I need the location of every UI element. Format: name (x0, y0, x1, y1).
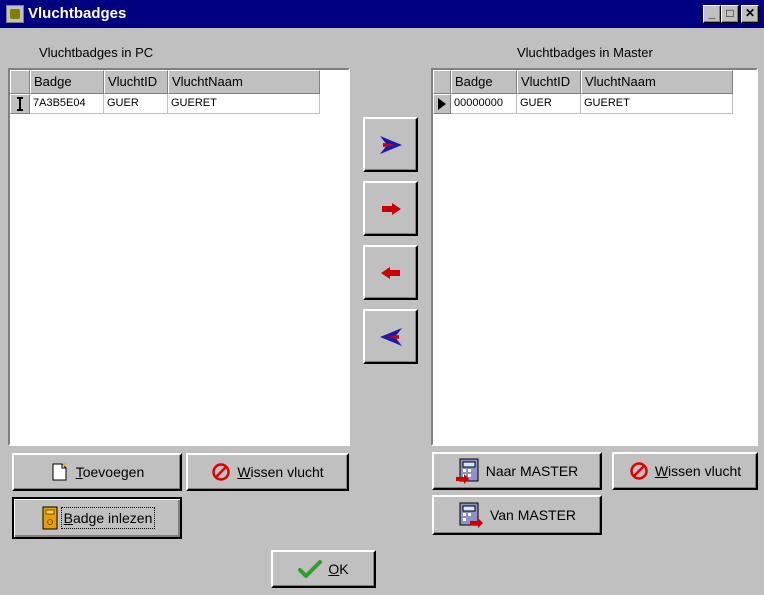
transfer-all-right-button[interactable] (363, 117, 418, 172)
app-icon[interactable] (6, 5, 24, 23)
dialog-window: Vluchtbadges _ □ ✕ Vluchtbadges in PC Ba… (0, 0, 764, 595)
ok-button[interactable]: OK (271, 550, 376, 588)
minimize-icon: _ (708, 6, 716, 20)
cell-badge[interactable]: 7A3B5E04 (30, 94, 104, 114)
cell-vluchtid[interactable]: GUER (104, 94, 168, 114)
column-header-badge[interactable]: Badge (30, 70, 104, 94)
no-entry-icon (212, 463, 231, 481)
cell-badge[interactable]: 00000000 (451, 94, 517, 114)
new-document-icon (52, 462, 67, 481)
naar-master-button[interactable]: Naar MASTER (432, 452, 602, 490)
column-header-badge[interactable]: Badge (451, 70, 517, 94)
ok-label: OK (328, 561, 349, 577)
naar-master-label: Naar MASTER (485, 463, 579, 479)
header-indicator-cell (10, 70, 30, 94)
master-badges-grid[interactable]: Badge VluchtID VluchtNaam 00000000 GUER … (431, 68, 758, 446)
maximize-button[interactable]: □ (721, 5, 739, 23)
table-row[interactable]: 7A3B5E04 GUER GUERET (10, 94, 320, 114)
transfer-all-left-button[interactable] (363, 309, 418, 364)
right-panel-label: Vluchtbadges in Master (517, 45, 653, 60)
calculator-to-master-icon (455, 458, 479, 484)
toevoegen-label: Toevoegen (75, 464, 145, 480)
wissen-vlucht-master-button[interactable]: Wissen vlucht (612, 452, 758, 490)
pc-grid-header: Badge VluchtID VluchtNaam (10, 70, 320, 94)
close-icon: ✕ (744, 6, 756, 20)
wissen-vlucht-pc-button[interactable]: Wissen vlucht (186, 453, 349, 491)
cell-vluchtnaam[interactable]: GUERET (581, 94, 733, 114)
badge-inlezen-button[interactable]: Badge inlezen (12, 497, 182, 539)
checkmark-icon (298, 560, 323, 578)
transfer-right-button[interactable] (363, 181, 418, 236)
wissen-vlucht-pc-label: Wissen vlucht (237, 464, 324, 480)
blue-arrow-left-icon (379, 327, 402, 346)
table-row[interactable]: 00000000 GUER GUERET (433, 94, 733, 114)
left-panel-label: Vluchtbadges in PC (39, 45, 154, 60)
minimize-button[interactable]: _ (703, 5, 721, 23)
cell-vluchtid[interactable]: GUER (517, 94, 581, 114)
calculator-from-master-icon (459, 502, 483, 528)
wissen-vlucht-master-label: Wissen vlucht (654, 463, 742, 479)
edit-cursor-icon (10, 94, 30, 114)
badge-inlezen-label: Badge inlezen (60, 507, 156, 529)
header-indicator-cell (433, 70, 451, 94)
van-master-label: Van MASTER (489, 507, 577, 523)
column-header-vluchtid[interactable]: VluchtID (104, 70, 168, 94)
red-arrow-left-icon (380, 266, 400, 279)
blue-arrow-right-icon (379, 135, 402, 154)
window-title: Vluchtbadges (28, 5, 127, 22)
close-button[interactable]: ✕ (741, 5, 759, 23)
red-arrow-right-icon (381, 202, 401, 215)
column-header-vluchtid[interactable]: VluchtID (517, 70, 581, 94)
maximize-icon: □ (726, 6, 734, 20)
column-header-vluchtnaam[interactable]: VluchtNaam (581, 70, 733, 94)
badge-reader-icon (42, 506, 58, 530)
pc-badges-grid[interactable]: Badge VluchtID VluchtNaam 7A3B5E04 GUER … (8, 68, 350, 446)
current-row-pointer-icon (433, 94, 451, 114)
transfer-left-button[interactable] (363, 245, 418, 300)
van-master-button[interactable]: Van MASTER (432, 495, 602, 535)
column-header-vluchtnaam[interactable]: VluchtNaam (168, 70, 320, 94)
master-grid-header: Badge VluchtID VluchtNaam (433, 70, 733, 94)
cell-vluchtnaam[interactable]: GUERET (168, 94, 320, 114)
title-bar[interactable]: Vluchtbadges _ □ ✕ (0, 0, 764, 28)
toevoegen-button[interactable]: Toevoegen (12, 453, 182, 491)
no-entry-icon (630, 462, 648, 480)
